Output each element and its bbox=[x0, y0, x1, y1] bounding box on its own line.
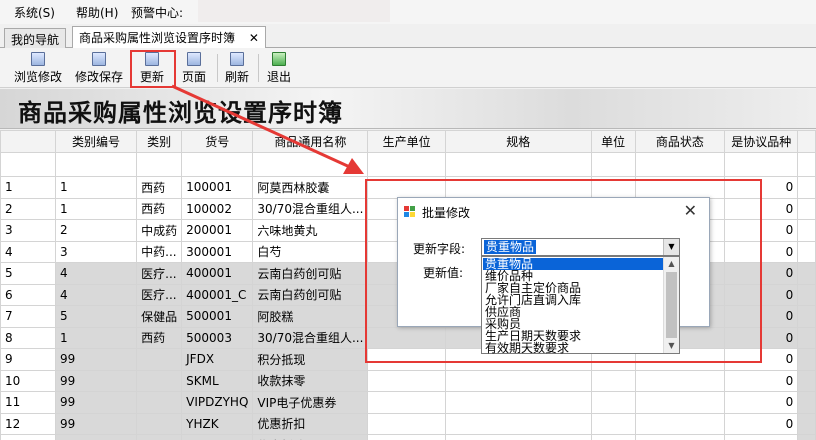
dropdown-scrollbar[interactable]: ▲ ▼ bbox=[663, 257, 679, 353]
scroll-down-icon[interactable]: ▼ bbox=[664, 339, 679, 353]
dropdown-option[interactable]: 有效期天数要求 bbox=[483, 342, 571, 354]
chevron-down-icon[interactable]: ▼ bbox=[663, 239, 679, 255]
update-value-label: 更新值: bbox=[423, 266, 464, 280]
dialog-title-bar: 批量修改 ✕ bbox=[398, 198, 709, 226]
update-field-combobox[interactable]: 贵重物品 ▼ bbox=[481, 238, 680, 256]
scroll-up-icon[interactable]: ▲ bbox=[664, 257, 679, 271]
app-icon bbox=[404, 206, 416, 218]
scroll-thumb[interactable] bbox=[666, 272, 677, 338]
close-icon[interactable]: ✕ bbox=[684, 201, 697, 220]
field-dropdown-list[interactable]: ▲ ▼ 贵重物品 维价品种 厂家自主定价商品 允许门店直调入库 供应商 采购员 生产日期天数… bbox=[481, 256, 680, 354]
dialog-title: 批量修改 bbox=[422, 206, 471, 220]
combobox-selected-value: 贵重物品 bbox=[484, 240, 537, 254]
batch-edit-dialog: 批量修改 ✕ 更新字段: 更新值: 贵重物品 ▼ ▲ ▼ 贵重物品 维价品种 厂家自… bbox=[397, 197, 710, 354]
update-field-label: 更新字段: bbox=[413, 242, 466, 256]
